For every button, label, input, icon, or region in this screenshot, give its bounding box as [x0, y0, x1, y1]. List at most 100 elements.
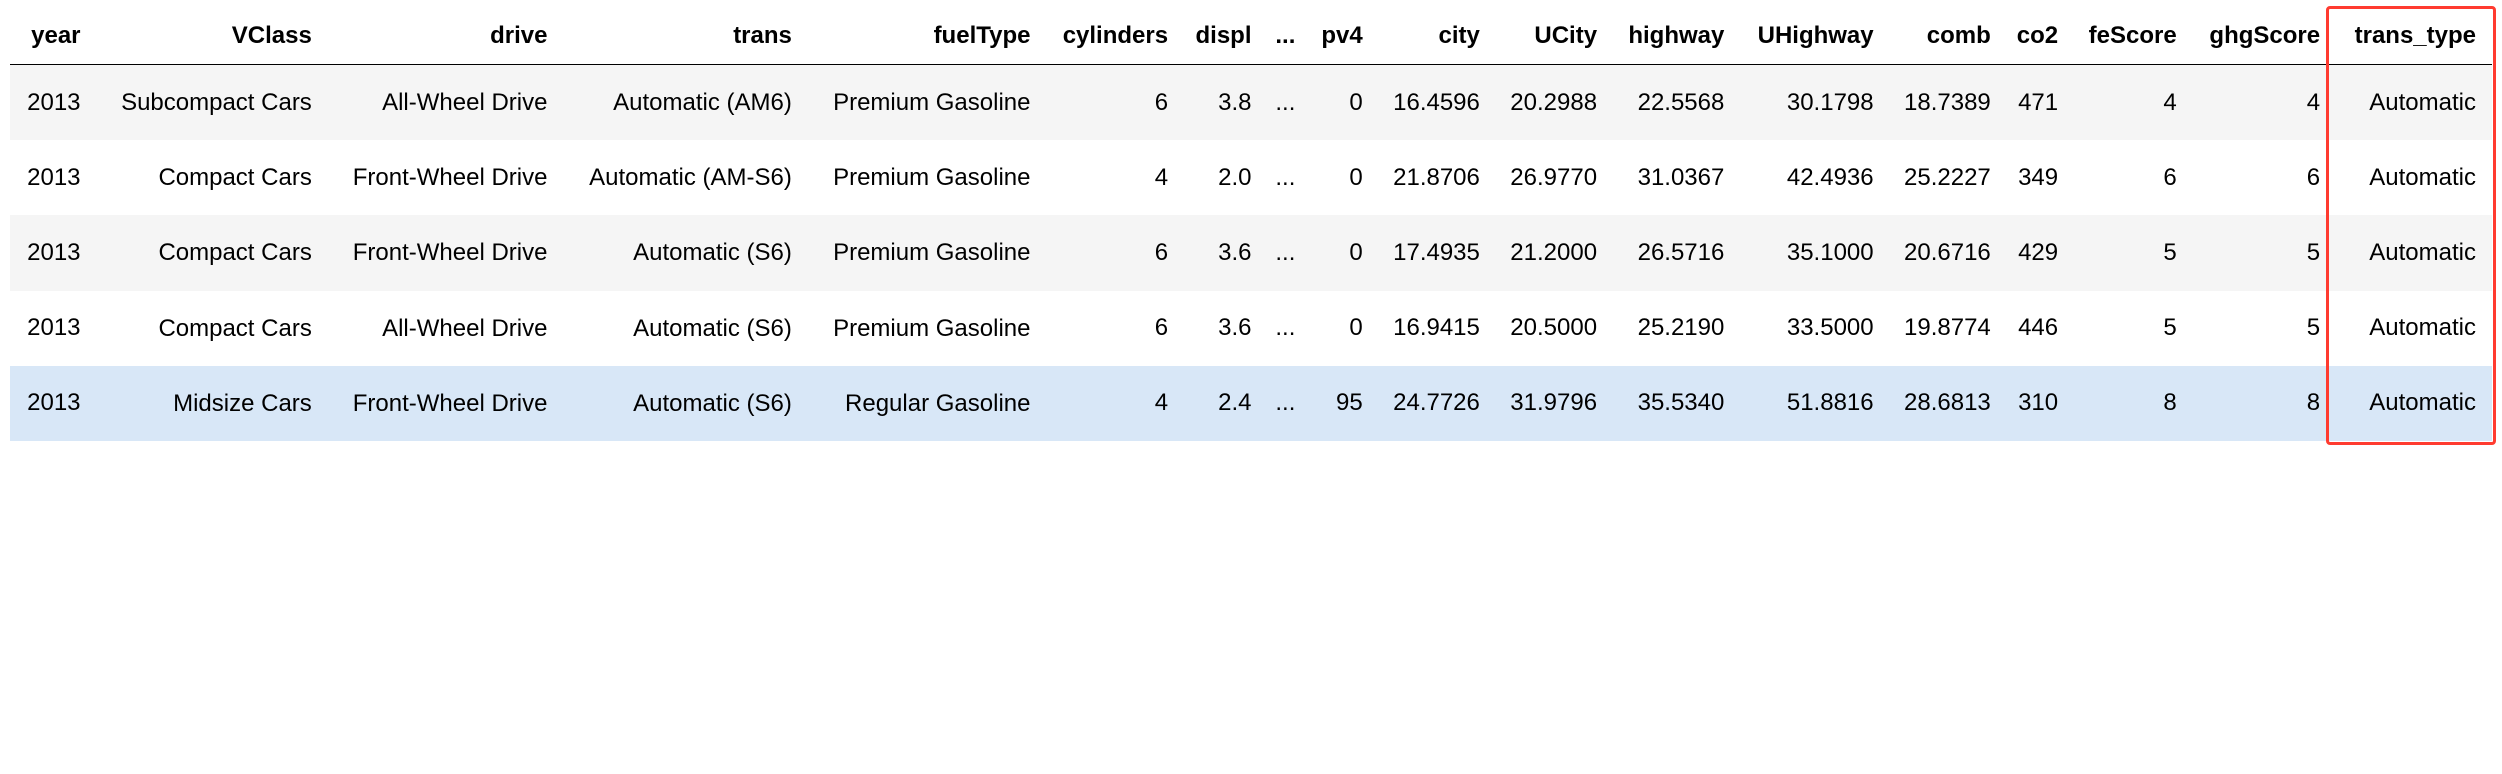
cell-fescore: 4 [2068, 65, 2187, 141]
cell-city: 17.4935 [1373, 215, 1490, 290]
cell-fueltype: Premium Gasoline [802, 65, 1041, 141]
table-row[interactable]: 2013Compact CarsFront-Wheel DriveAutomat… [10, 215, 2492, 290]
col-header-fescore[interactable]: feScore [2068, 10, 2187, 65]
cell-ellipsis: ... [1262, 291, 1306, 366]
cell-trans_type: Automatic [2330, 366, 2492, 441]
cell-displ: 2.0 [1178, 140, 1261, 215]
col-header-drive[interactable]: drive [322, 10, 558, 65]
col-header-trans[interactable]: trans [557, 10, 801, 65]
cell-ucity: 31.9796 [1490, 366, 1607, 441]
cell-ghgscore: 8 [2187, 366, 2330, 441]
cell-year: 2013 [10, 215, 91, 290]
cell-ucity: 20.5000 [1490, 291, 1607, 366]
cell-year: 2013 [10, 140, 91, 215]
cell-drive: Front-Wheel Drive [322, 140, 558, 215]
table-row[interactable]: 2013Compact CarsFront-Wheel Drive Automat… [10, 140, 2492, 215]
cell-displ: 2.4 [1178, 366, 1261, 441]
cell-city: 21.8706 [1373, 140, 1490, 215]
cell-city: 24.7726 [1373, 366, 1490, 441]
cell-drive: Front-Wheel Drive [322, 366, 558, 441]
cell-highway: 35.5340 [1607, 366, 1734, 441]
col-header-year[interactable]: year [10, 10, 91, 65]
cell-fescore: 5 [2068, 215, 2187, 290]
cell-vclass: Compact Cars [91, 140, 322, 215]
cell-pv4: 0 [1305, 291, 1372, 366]
cell-trans: Automatic (AM6) [557, 65, 801, 141]
cell-pv4: 95 [1305, 366, 1372, 441]
col-header-displ[interactable]: displ [1178, 10, 1261, 65]
table-row[interactable]: 2013Compact CarsAll-Wheel DriveAutomatic… [10, 291, 2492, 366]
cell-fueltype: Premium Gasoline [802, 140, 1041, 215]
cell-vclass: Compact Cars [91, 215, 322, 290]
cell-fescore: 8 [2068, 366, 2187, 441]
cell-trans_type: Automatic [2330, 140, 2492, 215]
col-header-ucity[interactable]: UCity [1490, 10, 1607, 65]
col-header-vclass[interactable]: VClass [91, 10, 322, 65]
cell-cylinders: 6 [1040, 65, 1178, 141]
cell-drive: All-Wheel Drive [322, 291, 558, 366]
col-header-comb[interactable]: comb [1884, 10, 2001, 65]
cell-vclass: Midsize Cars [91, 366, 322, 441]
cell-cylinders: 6 [1040, 291, 1178, 366]
cell-year: 2013 [10, 291, 91, 366]
col-header-highway[interactable]: highway [1607, 10, 1734, 65]
cell-drive: All-Wheel Drive [322, 65, 558, 141]
cell-trans: Automatic (S6) [557, 291, 801, 366]
table-header-row: year VClass drive trans fuelType cylinde… [10, 10, 2492, 65]
cell-ellipsis: ... [1262, 215, 1306, 290]
cell-ghgscore: 4 [2187, 65, 2330, 141]
cell-trans: Automatic (S6) [557, 366, 801, 441]
cell-drive: Front-Wheel Drive [322, 215, 558, 290]
cell-city: 16.4596 [1373, 65, 1490, 141]
cell-highway: 25.2190 [1607, 291, 1734, 366]
cell-comb: 18.7389 [1884, 65, 2001, 141]
cell-ellipsis: ... [1262, 366, 1306, 441]
cell-ellipsis: ... [1262, 140, 1306, 215]
cell-fescore: 6 [2068, 140, 2187, 215]
cell-fueltype: Premium Gasoline [802, 215, 1041, 290]
cell-trans_type: Automatic [2330, 65, 2492, 141]
cell-ucity: 26.9770 [1490, 140, 1607, 215]
cell-highway: 26.5716 [1607, 215, 1734, 290]
table-row[interactable]: 2013Midsize CarsFront-Wheel DriveAutomat… [10, 366, 2492, 441]
cell-co2: 349 [2001, 140, 2068, 215]
col-header-fueltype[interactable]: fuelType [802, 10, 1041, 65]
cell-year: 2013 [10, 65, 91, 141]
cell-cylinders: 4 [1040, 140, 1178, 215]
cell-ghgscore: 6 [2187, 140, 2330, 215]
cell-pv4: 0 [1305, 140, 1372, 215]
cell-cylinders: 6 [1040, 215, 1178, 290]
col-header-pv4[interactable]: pv4 [1305, 10, 1372, 65]
cell-vclass: Compact Cars [91, 291, 322, 366]
cell-ghgscore: 5 [2187, 215, 2330, 290]
cell-comb: 28.6813 [1884, 366, 2001, 441]
cell-uhighway: 30.1798 [1734, 65, 1883, 141]
col-header-ghgscore[interactable]: ghgScore [2187, 10, 2330, 65]
col-header-co2[interactable]: co2 [2001, 10, 2068, 65]
cell-co2: 429 [2001, 215, 2068, 290]
cell-uhighway: 35.1000 [1734, 215, 1883, 290]
cell-cylinders: 4 [1040, 366, 1178, 441]
cell-vclass: Subcompact Cars [91, 65, 322, 141]
cell-fueltype: Regular Gasoline [802, 366, 1041, 441]
cell-city: 16.9415 [1373, 291, 1490, 366]
col-header-uhighway[interactable]: UHighway [1734, 10, 1883, 65]
cell-fescore: 5 [2068, 291, 2187, 366]
col-header-trans-type[interactable]: trans_type [2330, 10, 2492, 65]
cell-uhighway: 33.5000 [1734, 291, 1883, 366]
table-row[interactable]: 2013Subcompact CarsAll-Wheel DriveAutoma… [10, 65, 2492, 141]
col-header-cylinders[interactable]: cylinders [1040, 10, 1178, 65]
cell-comb: 25.2227 [1884, 140, 2001, 215]
cell-ucity: 21.2000 [1490, 215, 1607, 290]
cell-pv4: 0 [1305, 215, 1372, 290]
data-table: year VClass drive trans fuelType cylinde… [10, 10, 2492, 441]
cell-comb: 20.6716 [1884, 215, 2001, 290]
cell-ghgscore: 5 [2187, 291, 2330, 366]
cell-highway: 31.0367 [1607, 140, 1734, 215]
cell-displ: 3.6 [1178, 215, 1261, 290]
col-header-city[interactable]: city [1373, 10, 1490, 65]
cell-trans: Automatic (S6) [557, 215, 801, 290]
cell-co2: 310 [2001, 366, 2068, 441]
cell-highway: 22.5568 [1607, 65, 1734, 141]
cell-trans_type: Automatic [2330, 291, 2492, 366]
